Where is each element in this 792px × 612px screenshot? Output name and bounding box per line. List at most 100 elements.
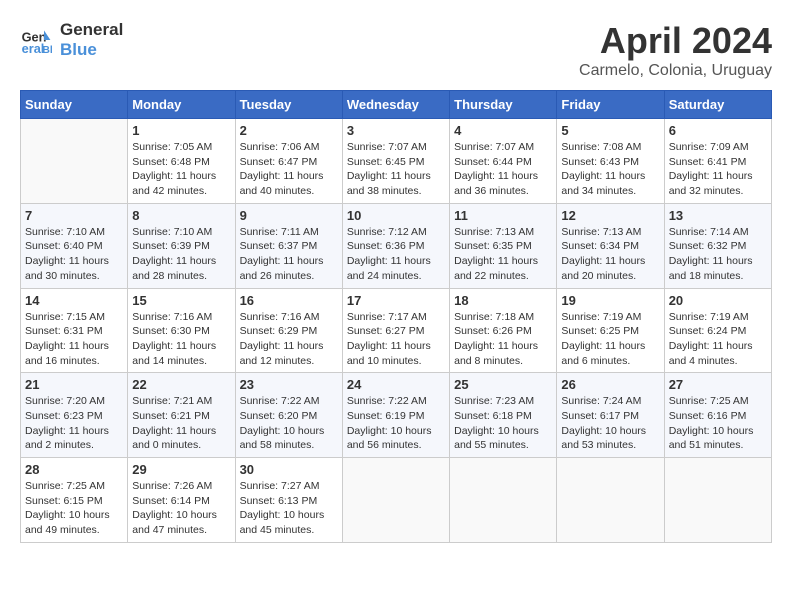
day-number: 28 <box>25 462 123 477</box>
day-info: Sunrise: 7:19 AM Sunset: 6:25 PM Dayligh… <box>561 310 659 369</box>
day-info: Sunrise: 7:22 AM Sunset: 6:19 PM Dayligh… <box>347 394 445 453</box>
day-number: 18 <box>454 293 552 308</box>
day-number: 17 <box>347 293 445 308</box>
svg-text:eral: eral <box>22 41 45 56</box>
day-info: Sunrise: 7:10 AM Sunset: 6:40 PM Dayligh… <box>25 225 123 284</box>
day-info: Sunrise: 7:16 AM Sunset: 6:29 PM Dayligh… <box>240 310 338 369</box>
location-subtitle: Carmelo, Colonia, Uruguay <box>579 62 772 80</box>
calendar-cell: 14 Sunrise: 7:15 AM Sunset: 6:31 PM Dayli… <box>21 288 128 373</box>
day-number: 12 <box>561 208 659 223</box>
day-info: Sunrise: 7:07 AM Sunset: 6:45 PM Dayligh… <box>347 140 445 199</box>
day-info: Sunrise: 7:11 AM Sunset: 6:37 PM Dayligh… <box>240 225 338 284</box>
day-number: 11 <box>454 208 552 223</box>
weekday-header-sunday: Sunday <box>21 91 128 119</box>
day-info: Sunrise: 7:25 AM Sunset: 6:15 PM Dayligh… <box>25 479 123 538</box>
day-info: Sunrise: 7:22 AM Sunset: 6:20 PM Dayligh… <box>240 394 338 453</box>
day-info: Sunrise: 7:26 AM Sunset: 6:14 PM Dayligh… <box>132 479 230 538</box>
svg-text:Blue: Blue <box>42 45 52 56</box>
calendar-cell: 13Sunrise: 7:14 AM Sunset: 6:32 PM Dayli… <box>664 203 771 288</box>
day-info: Sunrise: 7:23 AM Sunset: 6:18 PM Dayligh… <box>454 394 552 453</box>
day-number: 10 <box>347 208 445 223</box>
day-info: Sunrise: 7:19 AM Sunset: 6:24 PM Dayligh… <box>669 310 767 369</box>
day-info: Sunrise: 7:24 AM Sunset: 6:17 PM Dayligh… <box>561 394 659 453</box>
title-block: April 2024 Carmelo, Colonia, Uruguay <box>579 20 772 80</box>
calendar-cell: 25 Sunrise: 7:23 AM Sunset: 6:18 PM Dayli… <box>450 373 557 458</box>
day-number: 23 <box>240 377 338 392</box>
calendar-cell: 26 Sunrise: 7:24 AM Sunset: 6:17 PM Dayli… <box>557 373 664 458</box>
day-info: Sunrise: 7:12 AM Sunset: 6:36 PM Dayligh… <box>347 225 445 284</box>
calendar-cell: 8Sunrise: 7:10 AM Sunset: 6:39 PM Daylig… <box>128 203 235 288</box>
day-number: 1 <box>132 123 230 138</box>
calendar-cell <box>450 458 557 543</box>
calendar-table: SundayMondayTuesdayWednesdayThursdayFrid… <box>20 90 772 543</box>
calendar-cell: 11 Sunrise: 7:13 AM Sunset: 6:35 PM Dayli… <box>450 203 557 288</box>
calendar-week-row: 28 Sunrise: 7:25 AM Sunset: 6:15 PM Dayli… <box>21 458 772 543</box>
calendar-cell: 29 Sunrise: 7:26 AM Sunset: 6:14 PM Dayli… <box>128 458 235 543</box>
day-number: 21 <box>25 377 123 392</box>
calendar-cell: 16 Sunrise: 7:16 AM Sunset: 6:29 PM Dayli… <box>235 288 342 373</box>
day-number: 14 <box>25 293 123 308</box>
calendar-week-row: 7 Sunrise: 7:10 AM Sunset: 6:40 PM Daylig… <box>21 203 772 288</box>
day-number: 5 <box>561 123 659 138</box>
day-number: 15 <box>132 293 230 308</box>
calendar-cell <box>557 458 664 543</box>
calendar-week-row: 14 Sunrise: 7:15 AM Sunset: 6:31 PM Dayli… <box>21 288 772 373</box>
day-number: 24 <box>347 377 445 392</box>
weekday-header-wednesday: Wednesday <box>342 91 449 119</box>
day-info: Sunrise: 7:13 AM Sunset: 6:35 PM Dayligh… <box>454 225 552 284</box>
weekday-header-tuesday: Tuesday <box>235 91 342 119</box>
day-info: Sunrise: 7:27 AM Sunset: 6:13 PM Dayligh… <box>240 479 338 538</box>
day-number: 3 <box>347 123 445 138</box>
day-number: 30 <box>240 462 338 477</box>
day-number: 7 <box>25 208 123 223</box>
calendar-cell: 24 Sunrise: 7:22 AM Sunset: 6:19 PM Dayli… <box>342 373 449 458</box>
day-info: Sunrise: 7:21 AM Sunset: 6:21 PM Dayligh… <box>132 394 230 453</box>
calendar-cell: 12Sunrise: 7:13 AM Sunset: 6:34 PM Dayli… <box>557 203 664 288</box>
day-number: 4 <box>454 123 552 138</box>
weekday-header-thursday: Thursday <box>450 91 557 119</box>
day-info: Sunrise: 7:25 AM Sunset: 6:16 PM Dayligh… <box>669 394 767 453</box>
calendar-week-row: 21 Sunrise: 7:20 AM Sunset: 6:23 PM Dayli… <box>21 373 772 458</box>
calendar-cell: 10 Sunrise: 7:12 AM Sunset: 6:36 PM Dayli… <box>342 203 449 288</box>
day-number: 26 <box>561 377 659 392</box>
calendar-cell: 27Sunrise: 7:25 AM Sunset: 6:16 PM Dayli… <box>664 373 771 458</box>
day-info: Sunrise: 7:18 AM Sunset: 6:26 PM Dayligh… <box>454 310 552 369</box>
calendar-cell: 18 Sunrise: 7:18 AM Sunset: 6:26 PM Dayli… <box>450 288 557 373</box>
weekday-header-friday: Friday <box>557 91 664 119</box>
day-number: 9 <box>240 208 338 223</box>
weekday-header-monday: Monday <box>128 91 235 119</box>
day-info: Sunrise: 7:20 AM Sunset: 6:23 PM Dayligh… <box>25 394 123 453</box>
calendar-cell: 3 Sunrise: 7:07 AM Sunset: 6:45 PM Daylig… <box>342 119 449 204</box>
calendar-cell: 17Sunrise: 7:17 AM Sunset: 6:27 PM Dayli… <box>342 288 449 373</box>
calendar-cell: 20Sunrise: 7:19 AM Sunset: 6:24 PM Dayli… <box>664 288 771 373</box>
calendar-cell: 9 Sunrise: 7:11 AM Sunset: 6:37 PM Daylig… <box>235 203 342 288</box>
day-info: Sunrise: 7:08 AM Sunset: 6:43 PM Dayligh… <box>561 140 659 199</box>
calendar-cell: 7 Sunrise: 7:10 AM Sunset: 6:40 PM Daylig… <box>21 203 128 288</box>
logo-text-line1: General <box>60 20 123 40</box>
day-info: Sunrise: 7:15 AM Sunset: 6:31 PM Dayligh… <box>25 310 123 369</box>
calendar-cell: 28 Sunrise: 7:25 AM Sunset: 6:15 PM Dayli… <box>21 458 128 543</box>
logo: Gen eral Blue General Blue <box>20 20 123 61</box>
calendar-cell: 19Sunrise: 7:19 AM Sunset: 6:25 PM Dayli… <box>557 288 664 373</box>
day-number: 29 <box>132 462 230 477</box>
month-title: April 2024 <box>579 20 772 62</box>
day-info: Sunrise: 7:14 AM Sunset: 6:32 PM Dayligh… <box>669 225 767 284</box>
day-number: 6 <box>669 123 767 138</box>
calendar-cell: 23 Sunrise: 7:22 AM Sunset: 6:20 PM Dayli… <box>235 373 342 458</box>
day-number: 22 <box>132 377 230 392</box>
day-info: Sunrise: 7:07 AM Sunset: 6:44 PM Dayligh… <box>454 140 552 199</box>
calendar-cell <box>664 458 771 543</box>
day-number: 2 <box>240 123 338 138</box>
calendar-cell <box>342 458 449 543</box>
calendar-cell: 21 Sunrise: 7:20 AM Sunset: 6:23 PM Dayli… <box>21 373 128 458</box>
calendar-cell: 15 Sunrise: 7:16 AM Sunset: 6:30 PM Dayli… <box>128 288 235 373</box>
calendar-cell: 30 Sunrise: 7:27 AM Sunset: 6:13 PM Dayli… <box>235 458 342 543</box>
day-number: 16 <box>240 293 338 308</box>
day-number: 25 <box>454 377 552 392</box>
day-info: Sunrise: 7:16 AM Sunset: 6:30 PM Dayligh… <box>132 310 230 369</box>
weekday-header-saturday: Saturday <box>664 91 771 119</box>
calendar-cell: 1Sunrise: 7:05 AM Sunset: 6:48 PM Daylig… <box>128 119 235 204</box>
calendar-cell: 6Sunrise: 7:09 AM Sunset: 6:41 PM Daylig… <box>664 119 771 204</box>
calendar-header-row: SundayMondayTuesdayWednesdayThursdayFrid… <box>21 91 772 119</box>
calendar-cell: 22 Sunrise: 7:21 AM Sunset: 6:21 PM Dayli… <box>128 373 235 458</box>
